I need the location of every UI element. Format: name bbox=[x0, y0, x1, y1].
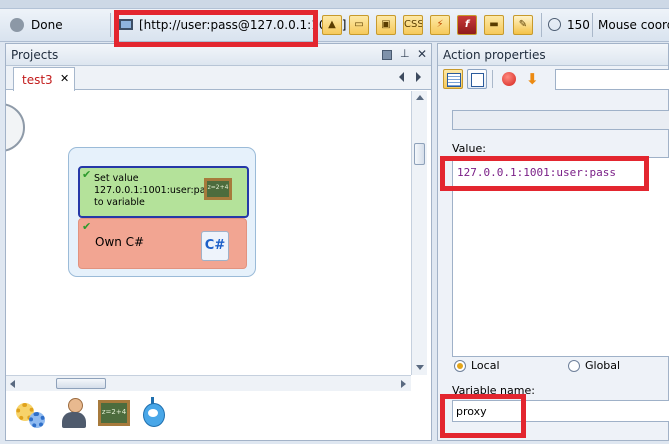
flash-icon[interactable]: f bbox=[457, 15, 477, 35]
start-node[interactable] bbox=[6, 103, 25, 152]
scroll-up-icon[interactable] bbox=[416, 95, 424, 100]
block-group[interactable]: ✔ Set value 127.0.0.1:1001:user:pass to … bbox=[68, 147, 256, 277]
tab-test3[interactable]: test3 ✕ bbox=[13, 67, 75, 91]
check-icon: ✔ bbox=[82, 168, 92, 181]
frame-icon[interactable]: ▣ bbox=[376, 15, 396, 35]
scroll-down-icon[interactable] bbox=[416, 365, 424, 370]
pen-icon[interactable]: ✎ bbox=[513, 15, 533, 35]
scrollbar-thumb[interactable] bbox=[414, 143, 425, 165]
lightning-icon[interactable]: ⚡ bbox=[430, 15, 450, 35]
chevron-left-icon[interactable] bbox=[399, 72, 404, 82]
scrollbar-thumb[interactable] bbox=[56, 378, 106, 389]
stop-icon[interactable] bbox=[502, 72, 516, 86]
set-value-block-text: Set value 127.0.0.1:1001:user:pass to va… bbox=[94, 173, 216, 208]
projects-panel: Projects ⊥ ✕ test3 ✕ ✔ Set value 127.0.0… bbox=[5, 43, 432, 441]
radio-global-label: Global bbox=[585, 359, 621, 372]
projects-title: Projects bbox=[11, 48, 59, 62]
vertical-scrollbar[interactable] bbox=[411, 91, 427, 375]
own-csharp-block-text: Own C# bbox=[95, 235, 145, 249]
action-properties-panel: Action properties ⬇ Value: 127.0.0.1:100… bbox=[437, 43, 669, 441]
variable-name-label: Variable name: bbox=[452, 384, 535, 397]
clock-icon bbox=[548, 18, 561, 31]
radio-global[interactable] bbox=[568, 360, 580, 372]
radio-local-label: Local bbox=[471, 359, 500, 372]
set-value-block[interactable]: ✔ Set value 127.0.0.1:1001:user:pass to … bbox=[78, 166, 249, 218]
computer-icon bbox=[119, 19, 133, 30]
property-search-input[interactable] bbox=[555, 69, 669, 90]
status-bar: Done [http://user:pass@127.0.0.1:1001] ▲… bbox=[0, 9, 669, 42]
separator bbox=[592, 13, 593, 37]
css-icon[interactable]: CSS bbox=[403, 15, 423, 35]
action-properties-title: Action properties bbox=[443, 48, 546, 62]
value-textarea[interactable]: 127.0.0.1:1001:user:pass bbox=[452, 157, 669, 357]
monitor-icon[interactable]: ▬ bbox=[484, 15, 504, 35]
project-toolbox: z=2+4 bbox=[6, 392, 431, 440]
top-strip bbox=[0, 0, 669, 9]
threads-count: 150 bbox=[567, 18, 590, 32]
variable-name-value: proxy bbox=[456, 405, 487, 418]
property-page-icon[interactable] bbox=[467, 69, 487, 89]
grid-view-icon[interactable] bbox=[443, 69, 463, 89]
scroll-left-icon[interactable] bbox=[10, 380, 15, 388]
value-text: 127.0.0.1:1001:user:pass bbox=[457, 166, 616, 179]
pin-icon[interactable]: ⊥ bbox=[400, 47, 410, 60]
radio-local[interactable] bbox=[454, 360, 466, 372]
separator bbox=[492, 70, 493, 88]
user-icon[interactable] bbox=[60, 398, 88, 430]
project-tab-strip: test3 ✕ bbox=[6, 66, 431, 91]
separator bbox=[541, 13, 542, 37]
status-ok-icon bbox=[10, 18, 24, 32]
project-canvas[interactable]: ✔ Set value 127.0.0.1:1001:user:pass to … bbox=[6, 91, 411, 375]
scroll-right-icon[interactable] bbox=[401, 380, 406, 388]
proxy-status-text[interactable]: [http://user:pass@127.0.0.1:1001] bbox=[139, 18, 346, 32]
chevron-right-icon[interactable] bbox=[416, 72, 421, 82]
close-icon[interactable]: ✕ bbox=[60, 72, 69, 85]
csharp-icon: C# bbox=[201, 231, 229, 261]
mouse-coordinates-label: Mouse coordi bbox=[598, 18, 669, 32]
horizontal-scrollbar[interactable] bbox=[6, 375, 411, 391]
own-csharp-block[interactable]: ✔ Own C# C# bbox=[78, 218, 247, 269]
projects-panel-header: Projects ⊥ ✕ bbox=[6, 44, 431, 66]
variable-name-input[interactable]: proxy bbox=[452, 400, 669, 422]
status-done-label: Done bbox=[31, 18, 63, 32]
arrow-down-icon[interactable]: ⬇ bbox=[526, 70, 539, 88]
image-icon[interactable]: ▲ bbox=[322, 15, 342, 35]
robot-icon[interactable] bbox=[140, 397, 166, 431]
chalkboard-icon[interactable]: z=2+4 bbox=[98, 400, 130, 426]
close-icon[interactable]: ✕ bbox=[417, 47, 427, 61]
window-icon[interactable]: ▭ bbox=[349, 15, 369, 35]
separator bbox=[110, 13, 111, 37]
window-position-icon[interactable] bbox=[382, 50, 392, 60]
action-name-field[interactable] bbox=[452, 110, 669, 130]
action-properties-header: Action properties bbox=[438, 44, 668, 66]
chalkboard-icon: z=2+4 bbox=[204, 178, 232, 200]
check-icon: ✔ bbox=[82, 220, 92, 233]
tab-label: test3 bbox=[22, 73, 53, 87]
gears-icon[interactable] bbox=[16, 399, 46, 429]
value-label: Value: bbox=[452, 142, 486, 155]
